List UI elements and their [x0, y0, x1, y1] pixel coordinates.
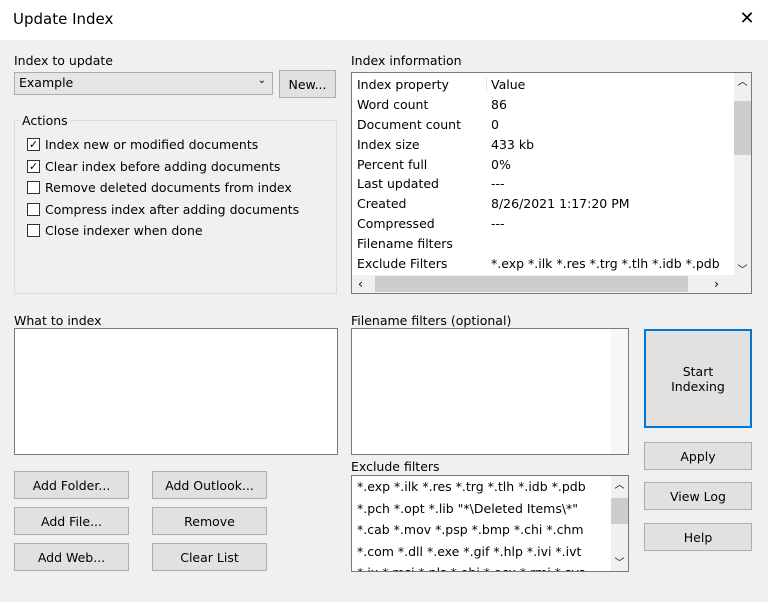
h-scroll-thumb[interactable] [375, 276, 688, 292]
scroll-left-icon[interactable]: ‹ [358, 276, 363, 291]
filename-filters-scrollbar[interactable] [611, 329, 628, 454]
start-indexing-button[interactable]: Start Indexing [644, 329, 752, 428]
property-cell: Created [357, 196, 407, 212]
index-info-label: Index information [351, 53, 462, 68]
property-cell: Document count [357, 116, 461, 132]
property-cell: Filename filters [357, 235, 453, 251]
exclude-filters-input[interactable]: *.exp *.ilk *.res *.trg *.tlh *.idb *.pd… [351, 475, 629, 572]
exclude-filter-line: *.exp *.ilk *.res *.trg *.tlh *.idb *.pd… [357, 479, 586, 494]
filename-filters-input[interactable] [351, 328, 629, 455]
add-web-button[interactable]: Add Web... [14, 543, 129, 571]
action-checkbox-0[interactable]: ✓ Index new or modified documents [27, 137, 258, 152]
property-cell: Compressed [357, 215, 435, 231]
scroll-thumb[interactable] [734, 101, 751, 155]
value-cell: 0 [491, 116, 499, 132]
property-cell: Word count [357, 97, 429, 113]
property-cell: Index size [357, 136, 420, 152]
what-to-index-list[interactable] [14, 328, 338, 455]
value-cell: --- [491, 176, 505, 192]
add-outlook-button[interactable]: Add Outlook... [152, 471, 267, 499]
add-file-button[interactable]: Add File... [14, 507, 129, 535]
window-title: Update Index [13, 10, 114, 28]
property-cell: Exclude Filters [357, 255, 448, 271]
start-label-2: Indexing [671, 378, 725, 394]
checkbox-icon[interactable] [27, 202, 40, 216]
exclude-filters-label: Exclude filters [351, 459, 440, 474]
scroll-up-icon[interactable]: ︿ [611, 476, 628, 491]
checkbox-icon[interactable] [27, 181, 40, 194]
clear-list-button[interactable]: Clear List [152, 543, 267, 571]
index-info-row[interactable]: Document count 0 [352, 115, 751, 135]
checkbox-icon[interactable]: ✓ [27, 159, 40, 173]
index-to-update-label: Index to update [14, 53, 113, 68]
action-checkbox-3[interactable]: Compress index after adding documents [27, 202, 299, 217]
scroll-thumb[interactable] [611, 498, 628, 524]
index-info-row[interactable]: Index size 433 kb [352, 134, 751, 154]
index-info-row[interactable]: Exclude Filters *.exp *.ilk *.res *.trg *… [352, 253, 751, 273]
checkbox-label: Close indexer when done [45, 223, 203, 238]
chevron-down-icon: ⌄ [257, 75, 266, 86]
value-cell: 0% [491, 156, 511, 172]
scroll-up-icon[interactable]: ︿ [734, 73, 751, 88]
scroll-right-icon[interactable]: › [714, 276, 719, 291]
new-index-button[interactable]: New... [279, 70, 336, 98]
index-info-row[interactable]: Percent full 0% [352, 154, 751, 174]
view-log-button[interactable]: View Log [644, 482, 752, 510]
scroll-down-icon[interactable]: ﹀ [611, 554, 628, 569]
scroll-down-icon[interactable]: ﹀ [734, 261, 751, 276]
vertical-scrollbar[interactable]: ︿ ﹀ [734, 73, 751, 276]
column-header-value[interactable]: Value [486, 77, 525, 93]
exclude-filter-line: *.pch *.opt *.lib "*\Deleted Items\*" [357, 500, 579, 516]
value-cell: *.exp *.ilk *.res *.trg *.tlh *.idb *.pd… [491, 255, 720, 271]
value-cell: --- [491, 215, 505, 231]
exclude-filter-line: *.cab *.mov *.psp *.bmp *.chi *.chm [357, 522, 584, 537]
index-info-row[interactable]: Word count 86 [352, 95, 751, 115]
action-checkbox-2[interactable]: Remove deleted documents from index [27, 180, 292, 195]
what-to-index-label: What to index [14, 313, 102, 328]
action-checkbox-4[interactable]: Close indexer when done [27, 223, 203, 238]
help-button[interactable]: Help [644, 523, 752, 551]
index-info-row[interactable]: Last updated --- [352, 174, 751, 194]
index-select[interactable]: Example ⌄ [14, 72, 273, 95]
index-info-row[interactable]: Filename filters [352, 233, 751, 253]
action-checkbox-1[interactable]: ✓ Clear index before adding documents [27, 159, 280, 174]
exclude-filter-line: *.com *.dll *.exe *.gif *.hlp *.ivi *.iv… [357, 543, 582, 559]
exclude-filter-line: *.ix *.msi *.nls *.obj *.ocx *.rmi *.sys [352, 562, 628, 571]
exclude-scrollbar[interactable]: ︿ ﹀ [611, 476, 628, 571]
checkbox-label: Compress index after adding documents [45, 201, 300, 217]
start-label-1: Start [682, 363, 714, 379]
index-select-value: Example [19, 75, 74, 90]
property-cell: Last updated [357, 176, 439, 192]
index-info-row[interactable]: Created 8/26/2021 1:17:20 PM [352, 194, 751, 214]
value-cell: 86 [491, 97, 507, 113]
index-info-row[interactable]: Compressed --- [352, 214, 751, 234]
horizontal-scrollbar[interactable]: ‹ › [352, 275, 751, 293]
value-cell: 8/26/2021 1:17:20 PM [491, 196, 630, 212]
actions-label: Actions [20, 113, 70, 128]
property-cell: Percent full [357, 156, 428, 172]
apply-button[interactable]: Apply [644, 442, 752, 470]
column-header-property[interactable]: Index property [352, 77, 486, 92]
checkbox-label: Remove deleted documents from index [45, 180, 292, 195]
title-bar [0, 0, 768, 40]
index-info-header: Index property Value [352, 75, 751, 95]
close-icon[interactable]: ✕ [736, 6, 758, 32]
filename-filters-label: Filename filters (optional) [351, 313, 512, 328]
index-info-list[interactable]: Index property Value Word count 86 Document… [351, 72, 752, 294]
add-folder-button[interactable]: Add Folder... [14, 471, 129, 499]
value-cell: 433 kb [491, 136, 535, 152]
checkbox-label: Index new or modified documents [45, 137, 259, 152]
checkbox-icon[interactable] [27, 224, 40, 237]
checkbox-label: Clear index before adding documents [45, 158, 281, 174]
remove-button[interactable]: Remove [152, 507, 267, 535]
checkbox-icon[interactable]: ✓ [27, 138, 40, 151]
